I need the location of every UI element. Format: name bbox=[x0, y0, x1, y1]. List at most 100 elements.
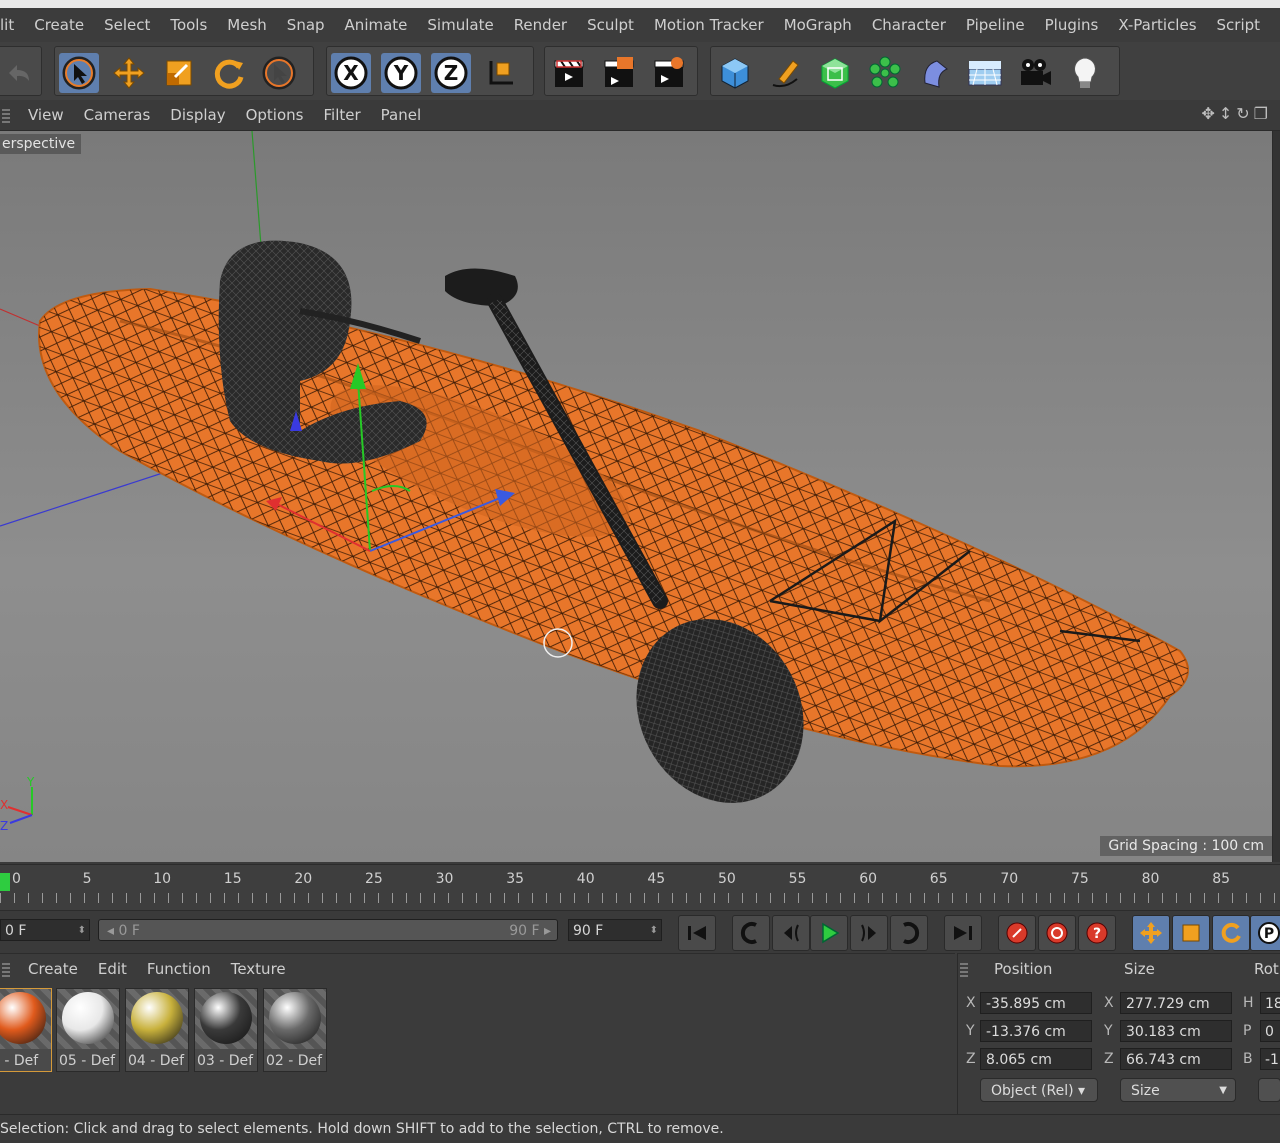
menu-item-2[interactable]: Select bbox=[94, 16, 160, 34]
key-rotation-button[interactable] bbox=[1212, 915, 1250, 951]
timeline-ruler[interactable]: 051015202530354045505560657075808590 bbox=[0, 864, 1280, 911]
material-menu-item-3[interactable]: Texture bbox=[221, 960, 296, 978]
key-scale-button[interactable] bbox=[1172, 915, 1210, 951]
material-preview-sphere bbox=[131, 992, 183, 1044]
y-axis-lock-button[interactable]: Y bbox=[381, 53, 421, 93]
undo-button[interactable] bbox=[0, 53, 39, 93]
pan-view-icon[interactable]: ✥ bbox=[1201, 104, 1214, 123]
frame-range-slider[interactable]: ◂ 0 F 90 F ▸ bbox=[98, 919, 558, 941]
viewport-menu-item-5[interactable]: Panel bbox=[371, 106, 431, 124]
position-z-field[interactable]: 8.065 cm bbox=[980, 1048, 1092, 1070]
keyframe-selection-button[interactable]: ? bbox=[1078, 915, 1116, 951]
x-axis-lock-button[interactable]: X bbox=[331, 53, 371, 93]
viewport-menu-item-3[interactable]: Options bbox=[236, 106, 314, 124]
cube-button[interactable] bbox=[715, 53, 755, 93]
menu-item-15[interactable]: X-Particles bbox=[1108, 16, 1206, 34]
play-forward-button[interactable] bbox=[810, 915, 848, 951]
size-mode-dropdown[interactable]: Size ▼ bbox=[1120, 1078, 1236, 1102]
menu-item-4[interactable]: Mesh bbox=[217, 16, 277, 34]
size-x-field[interactable]: 277.729 cm bbox=[1120, 992, 1232, 1014]
material-swatch[interactable]: 03 - Def bbox=[194, 988, 258, 1072]
svg-text:?: ? bbox=[1093, 926, 1101, 942]
material-menu-item-1[interactable]: Edit bbox=[88, 960, 137, 978]
render-region-button[interactable] bbox=[599, 53, 639, 93]
dolly-view-icon[interactable]: ↕ bbox=[1219, 104, 1232, 123]
position-x-field[interactable]: -35.895 cm bbox=[980, 992, 1092, 1014]
size-y-field[interactable]: 30.183 cm bbox=[1120, 1020, 1232, 1042]
record-keys-button[interactable] bbox=[998, 915, 1036, 951]
menu-item-14[interactable]: Plugins bbox=[1035, 16, 1109, 34]
panel-grip-icon[interactable] bbox=[2, 961, 10, 977]
material-menu-item-2[interactable]: Function bbox=[137, 960, 221, 978]
prev-frame-button[interactable] bbox=[772, 915, 810, 951]
key-parameter-button[interactable]: P bbox=[1250, 915, 1280, 951]
menu-item-3[interactable]: Tools bbox=[160, 16, 217, 34]
floor-button[interactable] bbox=[965, 53, 1005, 93]
render-view-button[interactable] bbox=[549, 53, 589, 93]
menu-item-12[interactable]: Character bbox=[862, 16, 956, 34]
size-z-field[interactable]: 66.743 cm bbox=[1120, 1048, 1232, 1070]
mograph-cloner-button[interactable] bbox=[865, 53, 905, 93]
rotation-p-field[interactable]: 0 bbox=[1260, 1020, 1280, 1042]
material-swatch[interactable]: 1 - Def bbox=[0, 988, 52, 1072]
material-swatch[interactable]: 05 - Def bbox=[56, 988, 120, 1072]
position-y-field[interactable]: -13.376 cm bbox=[980, 1020, 1092, 1042]
menu-item-1[interactable]: Create bbox=[24, 16, 94, 34]
viewport-camera-label[interactable]: erspective bbox=[0, 134, 82, 154]
menu-item-11[interactable]: MoGraph bbox=[774, 16, 862, 34]
menu-item-7[interactable]: Simulate bbox=[417, 16, 503, 34]
menu-item-10[interactable]: Motion Tracker bbox=[644, 16, 774, 34]
live-selection-button[interactable] bbox=[59, 53, 99, 93]
panel-grip-icon[interactable] bbox=[2, 107, 10, 123]
menu-item-16[interactable]: Script bbox=[1207, 16, 1271, 34]
deformer-button[interactable] bbox=[915, 53, 955, 93]
next-key-button[interactable] bbox=[890, 915, 928, 951]
rotation-h-field[interactable]: 18 bbox=[1260, 992, 1280, 1014]
menu-item-0[interactable]: lit bbox=[0, 16, 24, 34]
next-frame-button[interactable] bbox=[850, 915, 888, 951]
material-preview-sphere bbox=[62, 992, 114, 1044]
autokey-button[interactable] bbox=[1038, 915, 1076, 951]
coordinate-system-button[interactable] bbox=[481, 53, 521, 93]
menu-item-9[interactable]: Sculpt bbox=[577, 16, 644, 34]
cursor-circle-icon bbox=[262, 56, 296, 90]
coordinate-mode-dropdown[interactable]: Object (Rel) ▾ bbox=[980, 1078, 1098, 1102]
go-to-start-button[interactable] bbox=[678, 915, 716, 951]
material-menu-item-0[interactable]: Create bbox=[18, 960, 88, 978]
viewport-menu-item-4[interactable]: Filter bbox=[313, 106, 370, 124]
viewport-menu-item-0[interactable]: View bbox=[18, 106, 74, 124]
end-frame-field[interactable]: 90 F ⬍ bbox=[568, 919, 662, 941]
menu-item-8[interactable]: Render bbox=[504, 16, 577, 34]
menu-item-17[interactable]: Windo bbox=[1270, 16, 1280, 34]
subdivision-button[interactable] bbox=[815, 53, 855, 93]
ruler-tick-label: 5 bbox=[82, 871, 92, 887]
material-swatch[interactable]: 04 - Def bbox=[125, 988, 189, 1072]
viewport-menu-item-1[interactable]: Cameras bbox=[74, 106, 161, 124]
key-position-button[interactable] bbox=[1132, 915, 1170, 951]
apply-button[interactable] bbox=[1258, 1078, 1280, 1102]
ruler-tick-label: 10 bbox=[153, 871, 172, 887]
viewport-menu-item-2[interactable]: Display bbox=[160, 106, 235, 124]
go-to-end-button[interactable] bbox=[944, 915, 982, 951]
render-settings-button[interactable] bbox=[649, 53, 689, 93]
light-button[interactable] bbox=[1065, 53, 1105, 93]
move-tool-button[interactable] bbox=[109, 53, 149, 93]
playhead-marker[interactable] bbox=[0, 873, 10, 891]
rotate-tool-button[interactable] bbox=[209, 53, 249, 93]
orbit-view-icon[interactable]: ↻ bbox=[1236, 104, 1249, 123]
menu-item-5[interactable]: Snap bbox=[277, 16, 335, 34]
camera-button[interactable] bbox=[1015, 53, 1055, 93]
scale-tool-button[interactable] bbox=[159, 53, 199, 93]
panel-grip-icon[interactable] bbox=[960, 961, 968, 977]
material-swatch[interactable]: 02 - Def bbox=[263, 988, 327, 1072]
pen-spline-button[interactable] bbox=[765, 53, 805, 93]
last-tool-button[interactable] bbox=[259, 53, 299, 93]
prev-key-button[interactable] bbox=[732, 915, 770, 951]
3d-viewport[interactable]: Y X Z bbox=[0, 131, 1273, 862]
toggle-layout-icon[interactable]: ❐ bbox=[1254, 104, 1268, 123]
menu-item-6[interactable]: Animate bbox=[335, 16, 418, 34]
menu-item-13[interactable]: Pipeline bbox=[956, 16, 1035, 34]
z-axis-lock-button[interactable]: Z bbox=[431, 53, 471, 93]
start-frame-field[interactable]: 0 F ⬍ bbox=[0, 919, 90, 941]
rotation-b-field[interactable]: -1 bbox=[1260, 1048, 1280, 1070]
